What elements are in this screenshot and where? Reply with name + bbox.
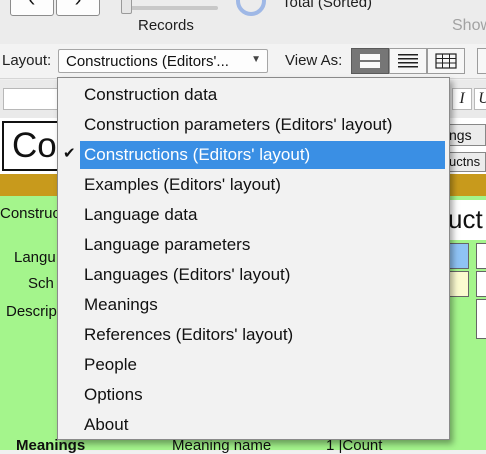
menu-item-selected[interactable]: Constructions (Editors' layout) xyxy=(80,141,445,169)
menu-item[interactable]: Language parameters xyxy=(80,231,445,259)
show-all-button[interactable]: Show xyxy=(452,17,486,35)
tab-meanings[interactable]: ngs xyxy=(444,124,486,146)
menu-item[interactable]: Options xyxy=(80,381,445,409)
layout-label: Layout: xyxy=(2,52,52,69)
construction-label: Construc xyxy=(0,205,61,222)
records-label: Records xyxy=(138,17,194,34)
records-slider-thumb[interactable] xyxy=(121,0,132,14)
scheme-field[interactable] xyxy=(449,271,469,297)
underline-icon: U xyxy=(478,90,486,107)
list-view-icon xyxy=(398,54,418,68)
menu-item[interactable]: Examples (Editors' layout) xyxy=(80,171,445,199)
construction-title-text: uct xyxy=(448,204,483,234)
language-field-extra[interactable] xyxy=(476,243,486,269)
language-field[interactable] xyxy=(449,243,469,269)
table-view-icon xyxy=(435,53,457,69)
scheme-field-extra[interactable] xyxy=(476,271,486,297)
toolbar-overflow-button[interactable] xyxy=(477,48,486,74)
previous-record-button[interactable]: ‹ xyxy=(10,0,54,16)
menu-item[interactable]: People xyxy=(80,351,445,379)
italic-button[interactable]: I xyxy=(452,88,472,110)
chevron-down-icon: ▼ xyxy=(251,54,261,65)
layout-dropdown-value: Constructions (Editors'... xyxy=(66,53,229,70)
tab-constructions[interactable]: uctns xyxy=(444,152,486,172)
view-as-form-button[interactable] xyxy=(351,48,389,74)
menu-item[interactable]: References (Editors' layout) xyxy=(80,321,445,349)
form-view-icon xyxy=(360,54,380,68)
form-title: Co xyxy=(12,126,57,165)
next-record-button[interactable]: › xyxy=(56,0,100,16)
menu-item[interactable]: Meanings xyxy=(80,291,445,319)
total-sorted-label: Total (Sorted) xyxy=(282,0,373,11)
font-field[interactable] xyxy=(3,88,59,110)
menu-item[interactable]: Construction data xyxy=(80,81,445,109)
description-label: Descrip xyxy=(6,303,57,320)
menu-item[interactable]: About xyxy=(80,411,445,439)
layout-menu: Construction data Construction parameter… xyxy=(57,77,450,440)
view-as-table-button[interactable] xyxy=(427,48,465,74)
layout-dropdown[interactable]: Constructions (Editors'... ▼ xyxy=(58,49,268,73)
view-as-label: View As: xyxy=(285,52,343,69)
arrow-right-icon: › xyxy=(74,0,82,11)
menu-item[interactable]: Construction parameters (Editors' layout… xyxy=(80,111,445,139)
view-as-list-button[interactable] xyxy=(389,48,427,74)
underline-button[interactable]: U xyxy=(474,88,486,110)
records-slider[interactable] xyxy=(122,6,218,10)
checkmark-icon: ✔ xyxy=(63,145,76,162)
description-field[interactable] xyxy=(476,299,486,339)
menu-item[interactable]: Languages (Editors' layout) xyxy=(80,261,445,289)
scheme-label: Sch xyxy=(28,275,54,292)
italic-icon: I xyxy=(459,90,465,107)
menu-item[interactable]: Language data xyxy=(80,201,445,229)
arrow-left-icon: ‹ xyxy=(28,0,36,11)
language-label: Langu xyxy=(14,249,56,266)
